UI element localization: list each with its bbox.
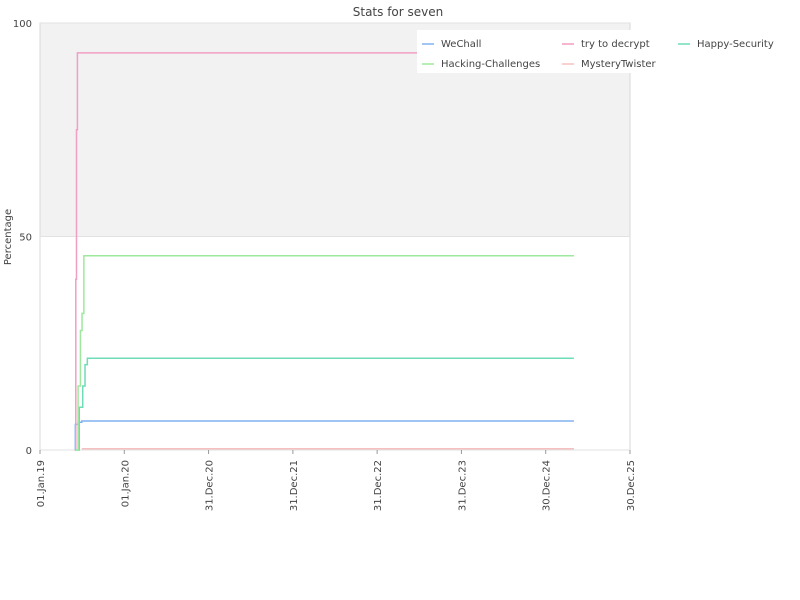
x-tick-label: 31.Dec.21: [289, 460, 300, 511]
x-tick-label: 31.Dec.23: [457, 460, 468, 511]
plot-background: [40, 237, 630, 450]
legend-label: WeChall: [441, 39, 481, 50]
x-tick-label: 01.Jan.20: [120, 460, 131, 507]
x-tick-label: 30.Dec.24: [542, 460, 553, 511]
legend-label: Happy-Security: [697, 39, 774, 50]
legend-label: Hacking-Challenges: [441, 59, 540, 70]
chart-title: Stats for seven: [353, 5, 444, 19]
x-tick-label: 01.Jan.19: [36, 460, 47, 507]
y-axis-label: Percentage: [3, 209, 14, 265]
x-tick-label: 31.Dec.22: [373, 460, 384, 511]
y-tick-label: 0: [26, 446, 32, 457]
x-tick-label: 31.Dec.20: [205, 460, 216, 511]
chart: 0 50 100 01.Jan.19 01.Jan.20 31.Dec.20 31.Dec…: [3, 5, 774, 511]
y-tick-label: 100: [13, 19, 32, 30]
y-tick-label: 50: [19, 233, 32, 244]
legend: WeChall try to decrypt Happy-Security Hacki…: [417, 30, 774, 73]
legend-label: try to decrypt: [581, 39, 650, 50]
x-tick-label: 30.Dec.25: [626, 460, 637, 511]
legend-label: MysteryTwister: [581, 59, 657, 70]
